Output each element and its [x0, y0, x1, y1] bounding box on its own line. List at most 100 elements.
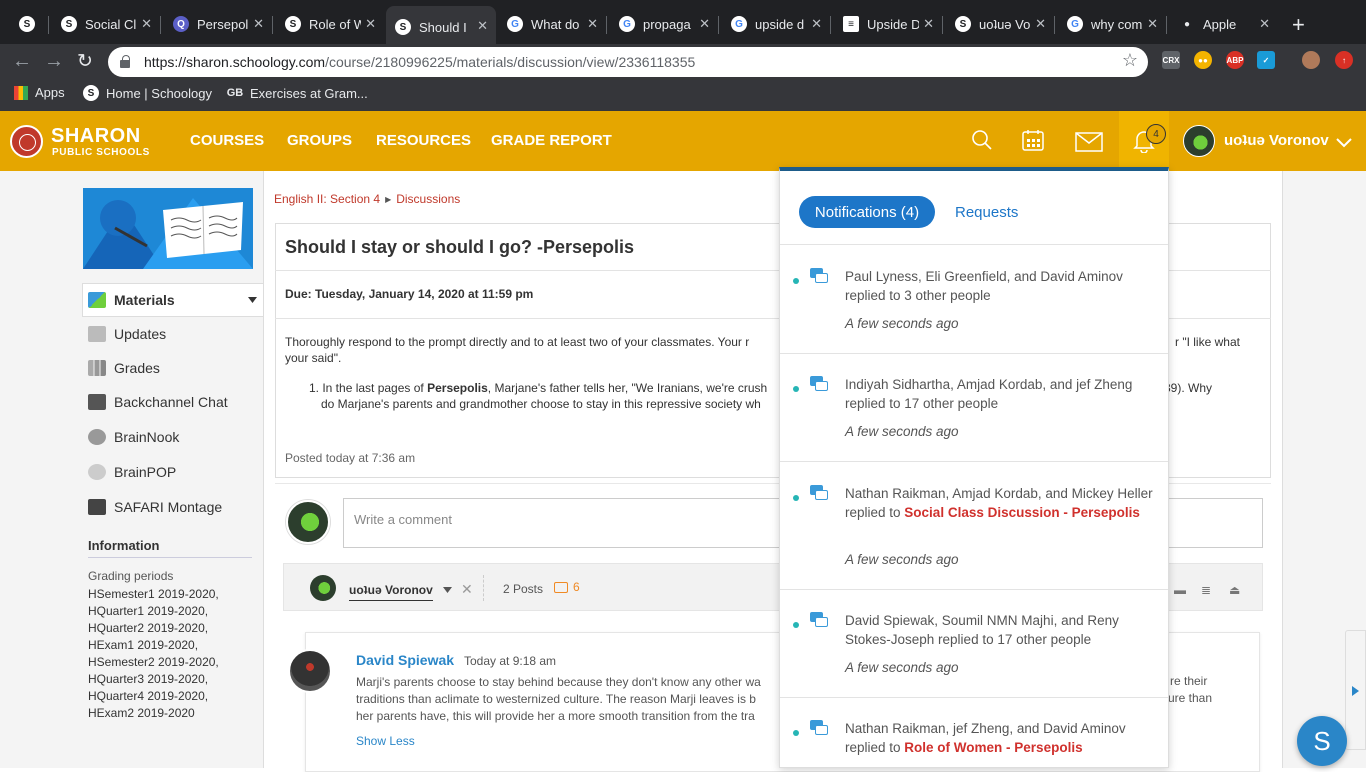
- unread-dot: [793, 495, 799, 501]
- adblock-extension-icon[interactable]: ABP: [1226, 51, 1244, 69]
- reply-body-line2-tail: ure than: [1168, 691, 1213, 705]
- calendar-icon[interactable]: [1021, 128, 1045, 152]
- upload-extension-icon[interactable]: ↑: [1335, 51, 1353, 69]
- tab-7[interactable]: G upside d ✕: [722, 9, 830, 39]
- sidebar-item-materials[interactable]: Materials: [88, 292, 175, 308]
- notification-text: Nathan Raikman, jef Zheng, and David Ami…: [845, 721, 1126, 755]
- close-tab-icon[interactable]: ✕: [253, 16, 264, 32]
- tab-9[interactable]: S uoʇuǝ Vo ✕: [946, 9, 1054, 39]
- caret-down-icon[interactable]: [443, 587, 452, 593]
- bookmark-star-icon[interactable]: ☆: [1122, 50, 1138, 71]
- bookmark-home-schoology[interactable]: S Home | Schoology: [83, 85, 212, 101]
- sidebar-item-backchannel-chat[interactable]: Backchannel Chat: [88, 394, 228, 410]
- crx-extension-icon[interactable]: CRX: [1162, 51, 1180, 69]
- close-tab-icon[interactable]: ✕: [1259, 16, 1270, 32]
- sidebar-item-grades[interactable]: Grades: [88, 360, 160, 376]
- tab-6[interactable]: G propaga ✕: [610, 9, 718, 39]
- close-tab-icon[interactable]: ✕: [477, 18, 488, 34]
- grading-period: HSemester2 2019-2020,: [88, 655, 219, 669]
- user-name[interactable]: uoʇuǝ Voronov: [1224, 132, 1329, 149]
- logo-title[interactable]: SHARON: [51, 125, 141, 148]
- close-tab-icon[interactable]: ✕: [923, 16, 934, 32]
- side-panel-toggle[interactable]: [1345, 630, 1366, 750]
- close-tab-icon[interactable]: ✕: [587, 16, 598, 32]
- prompt-text: Thoroughly respond to the prompt directl…: [285, 335, 750, 349]
- collapse-view-icon[interactable]: ▬: [1174, 583, 1186, 597]
- sidebar-item-brainpop[interactable]: BrainPOP: [88, 464, 176, 480]
- close-tab-icon[interactable]: ✕: [1035, 16, 1046, 32]
- reply-author-avatar[interactable]: [288, 649, 332, 693]
- sidebar-item-safari-montage[interactable]: SAFARI Montage: [88, 499, 222, 515]
- tab-8[interactable]: ≡ Upside D ✕: [834, 9, 942, 39]
- tab-4-active[interactable]: S Should I ✕: [386, 6, 496, 48]
- nav-resources[interactable]: RESOURCES: [376, 132, 471, 149]
- question-bold-title: Persepolis: [427, 381, 488, 395]
- breadcrumb-course-link[interactable]: English II: Section 4: [274, 192, 380, 206]
- new-tab-button[interactable]: +: [1292, 12, 1305, 38]
- collapse-all-icon[interactable]: ⏏: [1229, 583, 1240, 597]
- chevron-down-icon[interactable]: [1336, 138, 1352, 148]
- notification-link[interactable]: Social Class Discussion - Persepolis: [904, 505, 1140, 520]
- reply-author-name[interactable]: David Spiewak: [356, 652, 454, 668]
- close-tab-icon[interactable]: ✕: [365, 16, 376, 32]
- nav-courses[interactable]: COURSES: [190, 132, 264, 149]
- tab-notifications[interactable]: Notifications (4): [799, 196, 935, 228]
- tab-requests[interactable]: Requests: [955, 204, 1018, 221]
- comments-count[interactable]: 6: [554, 580, 580, 594]
- browser-toolbar: ← → ↻ https://sharon.schoology.com/cours…: [0, 44, 1366, 80]
- url-host: https://sharon.schoology.com: [144, 54, 326, 70]
- bookmark-apps[interactable]: Apps: [14, 85, 65, 100]
- bookmark-exercises[interactable]: GB Exercises at Gram...: [227, 85, 368, 101]
- reload-icon[interactable]: ↻: [77, 50, 93, 73]
- sidebar-item-updates[interactable]: Updates: [88, 326, 166, 342]
- schoology-help-button[interactable]: S: [1297, 716, 1347, 766]
- notification-item[interactable]: Indiyah Sidhartha, Amjad Kordab, and jef…: [780, 354, 1168, 462]
- nav-groups[interactable]: GROUPS: [287, 132, 352, 149]
- clear-filter-icon[interactable]: ✕: [461, 581, 473, 598]
- tab-11[interactable]: ● Apple ✕: [1170, 9, 1278, 39]
- close-tab-icon[interactable]: ✕: [1147, 16, 1158, 32]
- search-icon[interactable]: [971, 129, 993, 151]
- logo-subtitle[interactable]: PUBLIC SCHOOLS: [52, 147, 150, 158]
- user-avatar[interactable]: [1183, 125, 1215, 157]
- forward-arrow-icon[interactable]: →: [44, 50, 64, 73]
- breadcrumb-discussions-link[interactable]: Discussions: [396, 192, 460, 206]
- mail-icon[interactable]: [1075, 132, 1103, 152]
- tab-3[interactable]: S Role of W ✕: [276, 9, 384, 39]
- unread-dot: [793, 386, 799, 392]
- close-tab-icon[interactable]: ✕: [699, 16, 710, 32]
- reply-time: Today at 9:18 am: [464, 654, 557, 668]
- tab-2[interactable]: Q Persepol ✕: [164, 9, 272, 39]
- profile-avatar[interactable]: [1302, 51, 1320, 69]
- sidebar-item-brainnook[interactable]: BrainNook: [88, 429, 179, 445]
- chat-icon: [88, 394, 106, 410]
- nav-grade-report[interactable]: GRADE REPORT: [491, 132, 612, 149]
- back-arrow-icon[interactable]: ←: [12, 50, 32, 73]
- brainnook-icon: [88, 429, 106, 445]
- tab-5[interactable]: G What do ✕: [498, 9, 606, 39]
- notification-time: A few seconds ago: [845, 424, 959, 439]
- tab-0[interactable]: S: [10, 9, 48, 39]
- caret-down-icon[interactable]: [248, 297, 257, 303]
- close-tab-icon[interactable]: ✕: [811, 16, 822, 32]
- list-view-icon[interactable]: ≣: [1201, 583, 1211, 597]
- notification-link[interactable]: Role of Women - Persepolis: [904, 740, 1082, 755]
- school-seal-logo[interactable]: [10, 125, 43, 158]
- notification-text: Nathan Raikman, Amjad Kordab, and Mickey…: [845, 486, 1153, 520]
- address-bar[interactable]: https://sharon.schoology.com/course/2180…: [108, 47, 1148, 77]
- tab-title: why com: [1091, 16, 1143, 32]
- close-tab-icon[interactable]: ✕: [141, 16, 152, 32]
- tab-separator: [606, 16, 607, 34]
- filter-user-name[interactable]: uoʇuǝ Voronov: [349, 583, 433, 601]
- notification-item[interactable]: Paul Lyness, Eli Greenfield, and David A…: [780, 245, 1168, 353]
- tab-10[interactable]: G why com ✕: [1058, 9, 1166, 39]
- grading-period: HQuarter1 2019-2020,: [88, 604, 209, 618]
- tab-1[interactable]: S Social Cl ✕: [52, 9, 160, 39]
- gb-favicon-icon: GB: [226, 87, 244, 99]
- notification-item[interactable]: David Spiewak, Soumil NMN Majhi, and Ren…: [780, 590, 1168, 698]
- owl-extension-icon[interactable]: ●●: [1194, 51, 1212, 69]
- notification-item[interactable]: Nathan Raikman, Amjad Kordab, and Mickey…: [780, 462, 1168, 589]
- notification-item[interactable]: Nathan Raikman, jef Zheng, and David Ami…: [780, 698, 1168, 767]
- check-extension-icon[interactable]: ✓: [1257, 51, 1275, 69]
- show-less-link[interactable]: Show Less: [356, 734, 415, 748]
